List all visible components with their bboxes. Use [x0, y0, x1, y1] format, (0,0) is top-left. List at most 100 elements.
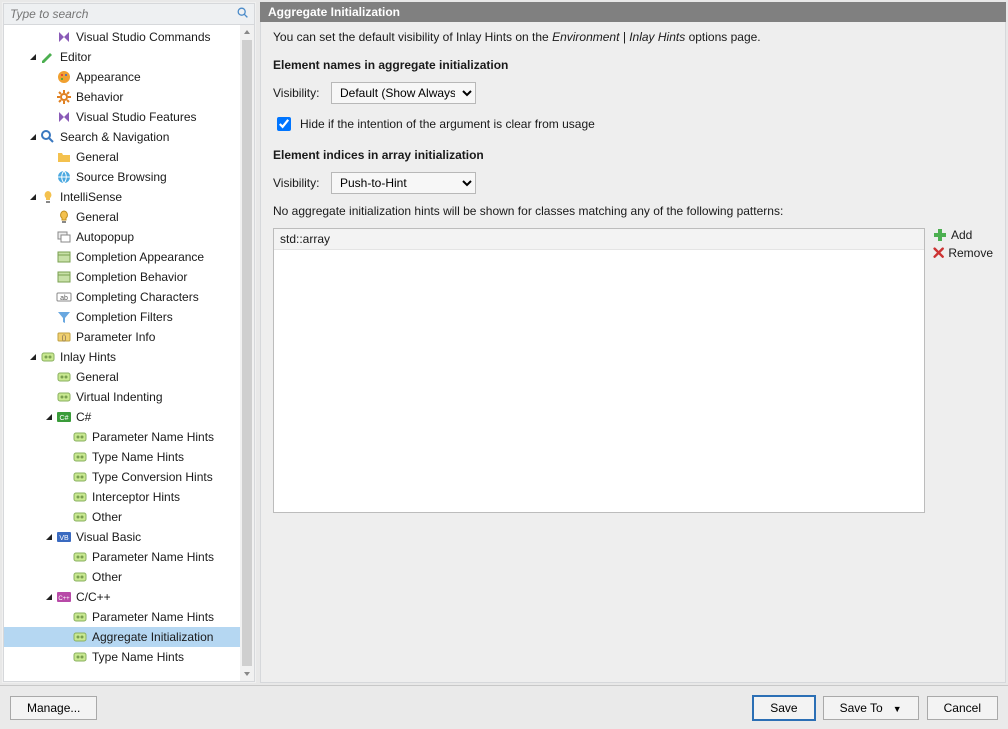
tree-item[interactable]: Behavior [4, 87, 240, 107]
caret-down-icon[interactable] [26, 52, 40, 62]
tree-item[interactable]: Virtual Indenting [4, 387, 240, 407]
inlay-icon [72, 469, 88, 485]
caret-down-icon[interactable] [42, 592, 56, 602]
tree-item[interactable]: Type Name Hints [4, 447, 240, 467]
content-panel: Aggregate Initialization You can set the… [260, 2, 1006, 683]
caret-down-icon[interactable] [42, 532, 56, 542]
tree-wrap: Visual Studio Commands EditorAppearance Be… [3, 25, 255, 682]
tree-item-label: General [76, 150, 119, 164]
visibility-label-1: Visibility: [273, 86, 323, 100]
scrollbar[interactable] [240, 25, 254, 681]
tree-item-label: C# [76, 410, 91, 424]
palette-icon [56, 69, 72, 85]
tree-item[interactable]: IntelliSense [4, 187, 240, 207]
inlay-icon [72, 449, 88, 465]
tree-item-label: General [76, 370, 119, 384]
tree-item-label: Inlay Hints [60, 350, 116, 364]
caret-down-icon[interactable] [26, 352, 40, 362]
save-to-button[interactable]: Save To▼ [823, 696, 919, 720]
manage-button[interactable]: Manage... [10, 696, 97, 720]
tree-item-label: Aggregate Initialization [92, 630, 213, 644]
tree-item[interactable]: General [4, 147, 240, 167]
tree-item[interactable]: Completion Filters [4, 307, 240, 327]
vb-icon: VB [56, 529, 72, 545]
tree-item[interactable]: VB Visual Basic [4, 527, 240, 547]
save-button[interactable]: Save [753, 696, 814, 720]
svg-text:C++: C++ [58, 596, 70, 602]
filter-icon [56, 309, 72, 325]
tree-item-label: Virtual Indenting [76, 390, 163, 404]
tree-item-label: Parameter Name Hints [92, 610, 214, 624]
visibility-select-2[interactable]: Push-to-Hint [331, 172, 476, 194]
tree-item-label: Type Name Hints [92, 450, 184, 464]
tree-item[interactable]: General [4, 207, 240, 227]
tree-item-label: Visual Basic [76, 530, 141, 544]
scroll-thumb[interactable] [242, 40, 252, 666]
tree-item-label: Type Conversion Hints [92, 470, 213, 484]
tree-item[interactable]: Parameter Name Hints [4, 607, 240, 627]
tree-item[interactable]: abCompleting Characters [4, 287, 240, 307]
inlay-icon [56, 389, 72, 405]
tree-item[interactable]: Completion Behavior [4, 267, 240, 287]
tree-item-label: Behavior [76, 90, 123, 104]
intro-text: You can set the default visibility of In… [273, 30, 993, 44]
inlay-icon [72, 629, 88, 645]
x-icon [933, 246, 944, 260]
tree-item[interactable]: Interceptor Hints [4, 487, 240, 507]
caret-down-icon[interactable] [26, 192, 40, 202]
scroll-down-icon[interactable] [240, 667, 254, 681]
visibility-select-1[interactable]: Default (Show Always) [331, 82, 476, 104]
scroll-up-icon[interactable] [240, 25, 254, 39]
patterns-label: No aggregate initialization hints will b… [273, 204, 993, 218]
tree-item[interactable]: Editor [4, 47, 240, 67]
tree-item-label: C/C++ [76, 590, 111, 604]
tree-item[interactable]: Visual Studio Commands [4, 27, 240, 47]
pattern-item[interactable]: std::array [274, 229, 924, 250]
vs-icon [56, 109, 72, 125]
add-button[interactable]: Add [933, 228, 993, 242]
tree-item[interactable]: Aggregate Initialization [4, 627, 240, 647]
svg-text:C#: C# [60, 415, 69, 422]
tree-item[interactable]: Type Name Hints [4, 647, 240, 667]
plus-icon [933, 228, 947, 242]
tree-item[interactable]: General [4, 367, 240, 387]
tree-item[interactable]: Inlay Hints [4, 347, 240, 367]
tree-item[interactable]: Visual Studio Features [4, 107, 240, 127]
tree-item[interactable]: Source Browsing [4, 167, 240, 187]
gear-icon [56, 89, 72, 105]
search-box [3, 3, 255, 25]
inlay-icon [72, 649, 88, 665]
hide-intention-checkbox[interactable]: Hide if the intention of the argument is… [273, 114, 993, 134]
tree-item[interactable]: ()Parameter Info [4, 327, 240, 347]
caret-down-icon[interactable] [42, 412, 56, 422]
tree-item[interactable]: C# C# [4, 407, 240, 427]
settings-tree[interactable]: Visual Studio Commands EditorAppearance Be… [4, 25, 240, 681]
svg-text:(): () [62, 335, 67, 342]
tree-item[interactable]: Other [4, 567, 240, 587]
tree-item[interactable]: C++ C/C++ [4, 587, 240, 607]
param-icon: () [56, 329, 72, 345]
remove-button[interactable]: Remove [933, 246, 993, 260]
section-element-names: Element names in aggregate initializatio… [273, 58, 993, 72]
hide-intention-input[interactable] [277, 117, 291, 131]
tree-item[interactable]: Parameter Name Hints [4, 547, 240, 567]
tree-item[interactable]: Appearance [4, 67, 240, 87]
tree-item[interactable]: Autopopup [4, 227, 240, 247]
tree-item-label: General [76, 210, 119, 224]
cancel-button[interactable]: Cancel [927, 696, 998, 720]
search-icon[interactable] [236, 6, 250, 23]
search-input[interactable] [8, 6, 236, 22]
tree-item[interactable]: Parameter Name Hints [4, 427, 240, 447]
tree-item-label: IntelliSense [60, 190, 122, 204]
patterns-list[interactable]: std::array [273, 228, 925, 513]
tree-item[interactable]: Completion Appearance [4, 247, 240, 267]
tree-item-label: Completion Filters [76, 310, 173, 324]
caret-down-icon[interactable] [26, 132, 40, 142]
page-title: Aggregate Initialization [260, 2, 1006, 22]
tree-item[interactable]: Other [4, 507, 240, 527]
tree-item-label: Type Name Hints [92, 650, 184, 664]
tree-item[interactable]: Type Conversion Hints [4, 467, 240, 487]
tree-item-label: Visual Studio Commands [76, 30, 211, 44]
sidebar: Visual Studio Commands EditorAppearance Be… [2, 2, 256, 683]
tree-item[interactable]: Search & Navigation [4, 127, 240, 147]
